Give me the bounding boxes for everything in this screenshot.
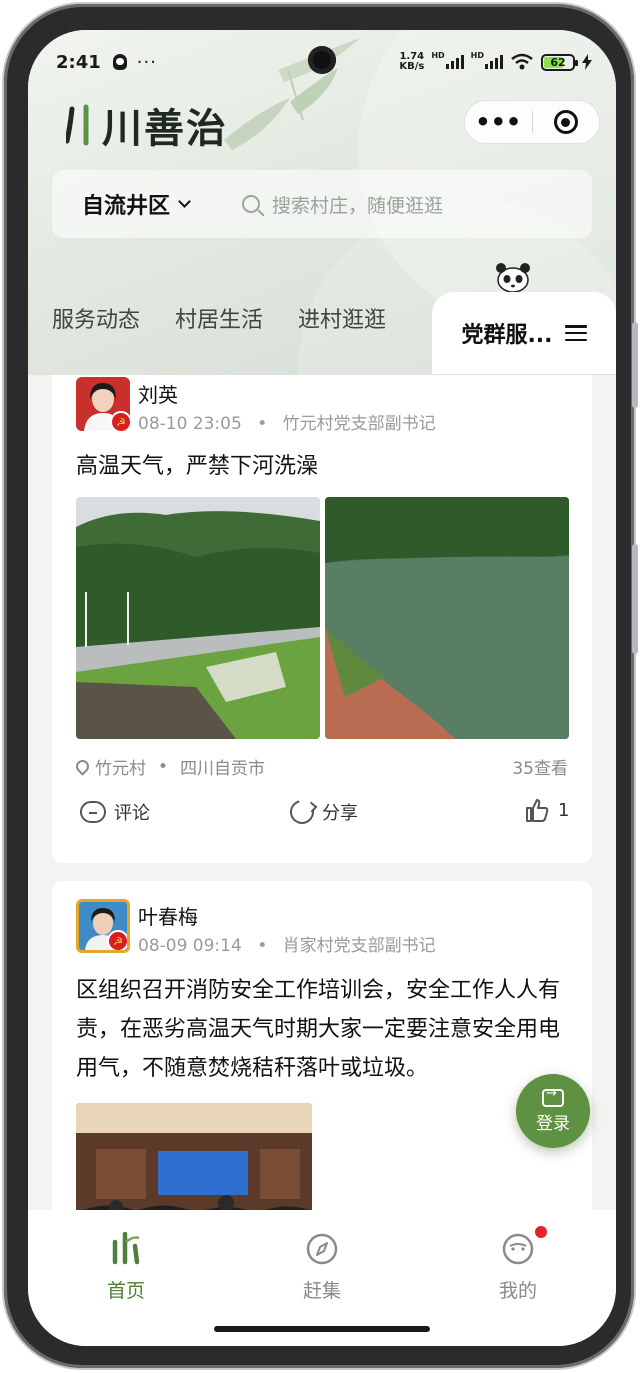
share-button[interactable]: 分享 — [285, 795, 358, 829]
compass-icon — [306, 1233, 338, 1265]
menu-icon — [564, 325, 587, 341]
location-pin-icon — [73, 757, 92, 776]
meeting-image — [76, 1103, 312, 1210]
post-location[interactable]: 竹元村 • 四川自贡市 — [73, 754, 266, 779]
post-text[interactable]: 区组织召开消防安全工作培训会，安全工作人人有责，在恶劣高温天气时期大家一定要注意… — [76, 971, 568, 1088]
battery-level: 62 — [550, 55, 566, 69]
hd-label-1: HD — [431, 50, 445, 60]
post-role: 竹元村党支部副书记 — [282, 414, 436, 434]
district-selector[interactable]: 自流井区 — [52, 188, 242, 220]
post-card[interactable]: ☭ 刘英 08-10 23:05 • 竹元村党支部副书记 高温天气，严禁下河洗澡 — [52, 375, 592, 863]
volume-button — [632, 322, 638, 408]
close-miniprogram-button[interactable] — [533, 110, 600, 134]
profile-face-icon — [502, 1233, 534, 1265]
tabbar-home[interactable]: 首页 — [66, 1232, 186, 1303]
post-photo-river[interactable] — [325, 497, 569, 739]
post-time: 08-10 23:05 — [138, 414, 242, 434]
more-notifications-icon: ··· — [136, 51, 157, 73]
panda-mascot-icon — [496, 263, 530, 292]
post-photo-hillside[interactable] — [76, 497, 320, 739]
chevron-down-icon — [178, 195, 191, 208]
post-text[interactable]: 高温天气，严禁下河洗澡 — [76, 447, 568, 486]
network-speed: 1.74 KB/s — [399, 52, 424, 72]
home-indicator[interactable] — [214, 1326, 430, 1332]
wifi-icon — [511, 53, 533, 70]
tabbar-mine-label: 我的 — [498, 1280, 537, 1302]
app-logo: 川善治 — [66, 96, 228, 154]
tabbar-market-label: 赶集 — [302, 1280, 341, 1302]
thumbs-up-icon — [526, 799, 549, 822]
phone-frame: 2:41 ··· 1.74 KB/s HD HD 62 川善治 ••• 自流井区… — [4, 4, 638, 1368]
share-label: 分享 — [322, 803, 358, 824]
status-bar: 2:41 ··· 1.74 KB/s HD HD 62 — [56, 48, 592, 76]
view-count: 35查看 — [512, 759, 568, 779]
qq-notification-icon — [112, 54, 127, 70]
post-role: 肖家村党支部副书记 — [282, 936, 436, 956]
like-count: 1 — [558, 799, 570, 821]
login-label: 登录 — [536, 1113, 570, 1134]
post-meta: 08-10 23:05 • 竹元村党支部副书记 — [138, 409, 436, 434]
post-author[interactable]: 叶春梅 — [138, 901, 198, 930]
category-tabs: 服务动态 村居生活 进村逛逛 党群服... — [28, 292, 616, 374]
party-badge-icon: ☭ — [107, 930, 127, 950]
meta-separator: • — [257, 414, 268, 434]
party-badge-icon: ☭ — [110, 411, 130, 431]
location-city: 四川自贡市 — [180, 759, 266, 779]
post-author[interactable]: 刘英 — [138, 379, 178, 408]
search-placeholder: 搜索村庄，随便逛逛 — [272, 194, 444, 217]
home-bamboo-icon — [112, 1232, 140, 1265]
charging-icon — [582, 54, 592, 70]
search-icon — [242, 195, 260, 213]
meta-separator: • — [257, 936, 268, 956]
tab-service-news[interactable]: 服务动态 — [52, 302, 140, 334]
notification-dot — [535, 1226, 547, 1238]
miniprogram-capsule: ••• — [464, 100, 600, 144]
tab-party-service-label: 党群服... — [461, 323, 553, 348]
district-label: 自流井区 — [82, 194, 171, 219]
tabbar-mine[interactable]: 我的 — [458, 1232, 578, 1303]
share-icon — [285, 795, 319, 829]
comment-button[interactable]: 评论 — [80, 799, 150, 825]
status-time: 2:41 — [56, 51, 101, 73]
login-button[interactable]: 登录 — [516, 1074, 590, 1148]
search-bar: 自流井区 搜索村庄，随便逛逛 — [52, 170, 592, 238]
login-icon — [542, 1086, 564, 1107]
post-photo-meeting[interactable] — [76, 1103, 312, 1210]
avatar[interactable]: ☭ — [76, 377, 130, 431]
search-input[interactable]: 搜索村庄，随便逛逛 — [242, 191, 443, 218]
avatar[interactable]: ☭ — [76, 899, 130, 953]
signal-2-icon — [485, 55, 503, 69]
power-button — [632, 544, 638, 654]
tab-party-service[interactable]: 党群服... — [432, 292, 616, 374]
screen: 2:41 ··· 1.74 KB/s HD HD 62 川善治 ••• 自流井区… — [28, 30, 616, 1346]
post-card[interactable]: ☭ 叶春梅 08-09 09:14 • 肖家村党支部副书记 区组织召开消防安全工… — [52, 881, 592, 1210]
tabbar-market[interactable]: 赶集 — [262, 1232, 382, 1303]
comment-icon — [80, 801, 106, 823]
more-menu-button[interactable]: ••• — [465, 110, 532, 134]
hd-label-2: HD — [470, 50, 484, 60]
post-meta: 08-09 09:14 • 肖家村党支部副书记 — [138, 931, 436, 956]
app-name: 川善治 — [102, 106, 228, 152]
location-village: 竹元村 — [95, 759, 146, 779]
tabbar-home-label: 首页 — [106, 1280, 145, 1302]
post-time: 08-09 09:14 — [138, 936, 242, 956]
hillside-image — [76, 497, 320, 739]
network-speed-unit: KB/s — [399, 61, 425, 72]
tab-village-life[interactable]: 村居生活 — [175, 302, 263, 334]
river-image — [325, 497, 569, 739]
battery-icon: 62 — [541, 53, 578, 71]
app-logo-mark — [66, 104, 89, 146]
signal-1-icon — [445, 55, 464, 69]
tab-visit-village[interactable]: 进村逛逛 — [298, 302, 386, 334]
target-icon — [553, 110, 578, 134]
comment-label: 评论 — [114, 803, 150, 824]
like-button[interactable]: 1 — [524, 797, 569, 823]
